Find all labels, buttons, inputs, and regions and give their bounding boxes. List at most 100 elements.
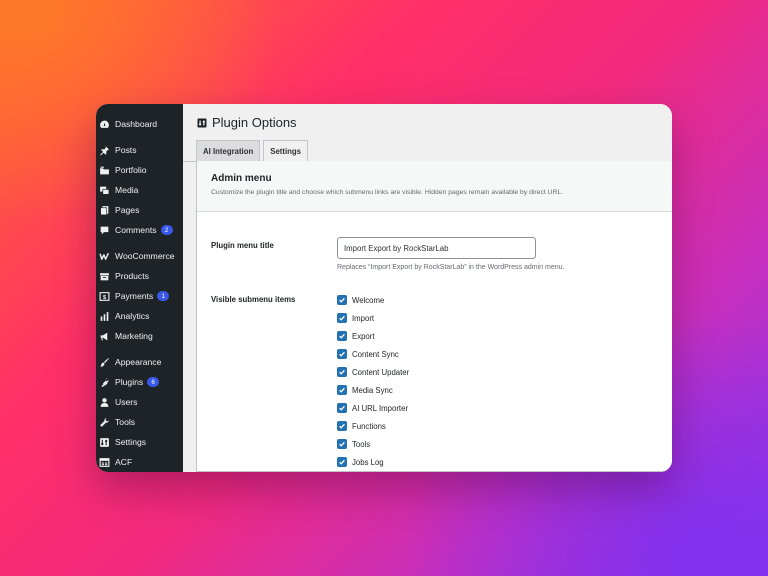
checkbox[interactable] xyxy=(337,421,347,431)
sidebar-item-pages[interactable]: Pages xyxy=(96,200,183,220)
menu-title-input[interactable] xyxy=(337,237,536,259)
megaphone-icon xyxy=(96,328,112,344)
checkbox-label: Import xyxy=(352,313,375,323)
checkbox-label: AI URL Importer xyxy=(352,403,409,413)
sidebar-item-label: Posts xyxy=(115,145,137,155)
menu-title-hint: Replaces “Import Export by RockStarLab” … xyxy=(337,264,565,271)
app-window: Dashboard Posts Portfolio Media Pages Co… xyxy=(96,104,672,472)
submenu-item-tools[interactable]: Tools xyxy=(337,438,370,450)
sidebar-item-tools[interactable]: Tools xyxy=(96,412,183,432)
checkmark-icon xyxy=(339,423,345,429)
checkbox[interactable] xyxy=(337,439,347,449)
submenu-item-functions[interactable]: Functions xyxy=(337,420,386,432)
sidebar-item-portfolio[interactable]: Portfolio xyxy=(96,160,183,180)
sidebar-item-label: Settings xyxy=(115,437,147,447)
sidebar-item-label: Plugins xyxy=(115,377,144,387)
sidebar-item-label: WooCommerce xyxy=(115,251,175,261)
checkbox[interactable] xyxy=(337,295,347,305)
products-icon xyxy=(96,268,112,284)
checkbox[interactable] xyxy=(337,331,347,341)
submenu-item-export[interactable]: Export xyxy=(337,330,375,342)
sidebar-item-label: Marketing xyxy=(115,331,153,341)
sidebar-item-label: Pages xyxy=(115,205,140,215)
sidebar-item-label: ACF xyxy=(115,457,133,467)
submenu-item-media-sync[interactable]: Media Sync xyxy=(337,384,393,396)
submenu-item-import[interactable]: Import xyxy=(337,312,374,324)
checkbox-label: Media Sync xyxy=(352,385,393,395)
sidebar-item-products[interactable]: Products xyxy=(96,266,183,286)
submenu-item-ai-url-importer[interactable]: AI URL Importer xyxy=(337,402,408,414)
sidebar-item-marketing[interactable]: Marketing xyxy=(96,326,183,346)
sidebar-item-label: Appearance xyxy=(115,357,162,367)
tab-ai-integration[interactable]: AI Integration xyxy=(196,140,261,161)
sidebar-item-posts[interactable]: Posts xyxy=(96,140,183,160)
submenu-item-jobs-log[interactable]: Jobs Log xyxy=(337,456,384,468)
sidebar-item-comments[interactable]: Comments 2 xyxy=(96,220,183,240)
pin-icon xyxy=(96,142,112,158)
submenu-label: Visible submenu items xyxy=(211,295,296,304)
checkmark-icon xyxy=(339,351,345,357)
plugin-icon xyxy=(96,374,112,390)
acf-icon xyxy=(96,454,112,470)
settings-icon xyxy=(96,434,112,450)
sidebar-item-analytics[interactable]: Analytics xyxy=(96,306,183,326)
payments-count-badge: 1 xyxy=(157,291,170,301)
sidebar-item-label: Portfolio xyxy=(115,165,147,175)
dashboard-icon xyxy=(96,116,112,132)
checkbox-label: Welcome xyxy=(352,295,385,305)
settings-panel: Admin menu Customize the plugin title an… xyxy=(196,161,672,472)
sidebar-item-label: Payments xyxy=(115,291,154,301)
sidebar-item-appearance[interactable]: Appearance xyxy=(96,352,183,372)
checkbox[interactable] xyxy=(337,367,347,377)
sidebar-item-dashboard[interactable]: Dashboard xyxy=(96,114,183,134)
checkmark-icon xyxy=(339,333,345,339)
sidebar-item-plugins[interactable]: Plugins 6 xyxy=(96,372,183,392)
media-icon xyxy=(96,182,112,198)
sidebar-item-settings[interactable]: Settings xyxy=(96,432,183,452)
checkmark-icon xyxy=(339,387,345,393)
sidebar-item-woocommerce[interactable]: WooCommerce xyxy=(96,246,183,266)
sidebar-item-label: Dashboard xyxy=(115,119,158,129)
settings-icon xyxy=(197,118,207,127)
wrench-icon xyxy=(96,414,112,430)
sidebar-item-label: Media xyxy=(115,185,139,195)
portfolio-icon xyxy=(96,162,112,178)
checkbox-label: Tools xyxy=(352,439,371,449)
submenu-item-welcome[interactable]: Welcome xyxy=(337,294,384,306)
checkmark-icon xyxy=(339,459,345,465)
sidebar-item-label: Products xyxy=(115,271,149,281)
checkbox-label: Export xyxy=(352,331,375,341)
checkbox[interactable] xyxy=(337,457,347,467)
section-description: Customize the plugin title and choose wh… xyxy=(211,189,564,196)
section-header: Admin menu Customize the plugin title an… xyxy=(197,161,672,212)
brush-icon xyxy=(96,354,112,370)
page-title: Plugin Options xyxy=(197,115,297,130)
menu-title-label: Plugin menu title xyxy=(211,241,274,250)
checkbox[interactable] xyxy=(337,313,347,323)
checkbox[interactable] xyxy=(337,385,347,395)
sidebar-item-users[interactable]: Users xyxy=(96,392,183,412)
sidebar-item-label: Users xyxy=(115,397,138,407)
checkbox[interactable] xyxy=(337,403,347,413)
main-content: Plugin Options AI Integration Settings A… xyxy=(183,104,672,472)
submenu-item-content-sync[interactable]: Content Sync xyxy=(337,348,399,360)
checkbox-label: Content Updater xyxy=(352,367,410,377)
plugins-count-badge: 6 xyxy=(147,377,160,387)
user-icon xyxy=(96,394,112,410)
woocommerce-icon xyxy=(96,248,112,264)
pages-icon xyxy=(96,202,112,218)
checkmark-icon xyxy=(339,405,345,411)
comment-icon xyxy=(96,222,112,238)
sidebar-item-payments[interactable]: $ Payments 1 xyxy=(96,286,183,306)
submenu-item-content-updater[interactable]: Content Updater xyxy=(337,366,409,378)
checkbox[interactable] xyxy=(337,349,347,359)
tab-settings[interactable]: Settings xyxy=(263,140,309,162)
admin-sidebar: Dashboard Posts Portfolio Media Pages Co… xyxy=(96,104,183,472)
checkbox-label: Jobs Log xyxy=(352,457,384,467)
sidebar-item-acf[interactable]: ACF xyxy=(96,452,183,472)
page-title-text: Plugin Options xyxy=(212,115,297,130)
checkbox-label: Functions xyxy=(352,421,386,431)
payments-icon: $ xyxy=(96,288,112,304)
analytics-icon xyxy=(96,308,112,324)
sidebar-item-media[interactable]: Media xyxy=(96,180,183,200)
